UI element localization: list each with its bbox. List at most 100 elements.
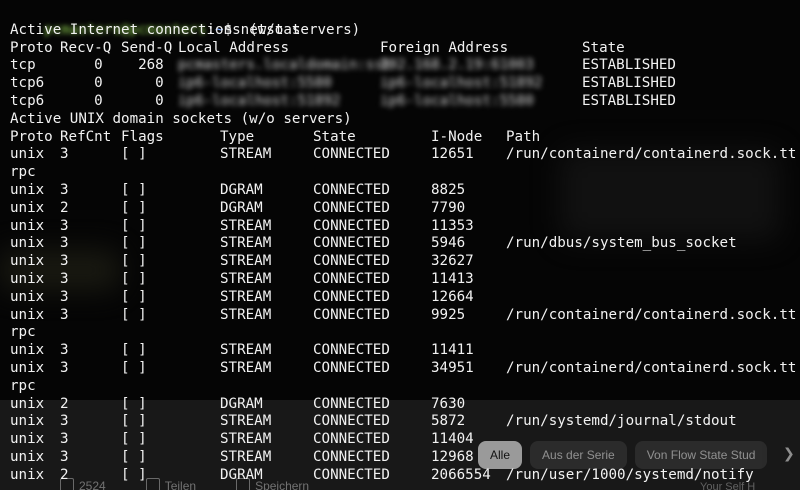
flags-cell: [ ] <box>121 466 147 483</box>
recvq-cell: 0 <box>60 75 103 92</box>
recvq-cell: 0 <box>60 57 103 74</box>
proto-cell: unix <box>10 253 45 270</box>
refcnt-cell: 3 <box>60 217 69 234</box>
inode-cell: 7790 <box>431 199 466 216</box>
sendq-cell: 268 <box>121 57 164 74</box>
type-cell: STREAM <box>220 431 272 448</box>
refcnt-cell: 2 <box>60 466 69 483</box>
inode-cell: 11404 <box>431 431 474 448</box>
proto-cell: unix <box>10 288 45 305</box>
refcnt-cell: 3 <box>60 288 69 305</box>
proto-cell: unix <box>10 182 45 198</box>
path-wrap-line: rpc <box>10 377 36 394</box>
proto-cell: tcp <box>10 57 36 74</box>
inode-cell: 2066554 <box>431 466 491 483</box>
proto-cell: unix <box>10 395 45 412</box>
path-cell: /run/dbus/system_bus_socket <box>506 235 737 252</box>
flags-cell: [ ] <box>121 395 147 412</box>
proto-cell: tcp6 <box>10 93 45 109</box>
state-cell: ESTABLISHED <box>582 75 676 92</box>
flags-cell: [ ] <box>121 271 147 287</box>
column-header: Flags <box>121 128 164 145</box>
type-cell: DGRAM <box>220 182 263 198</box>
foreign-address-cell: ip6-localhost:51892 <box>380 75 543 92</box>
local-address-cell: ip6-localhost:5580 <box>178 75 332 92</box>
column-header: Local Address <box>178 39 290 56</box>
refcnt-cell: 3 <box>60 146 69 163</box>
proto-cell: unix <box>10 271 45 287</box>
inet-heading: Active Internet connections (w/o servers… <box>10 21 361 38</box>
type-cell: STREAM <box>220 413 272 430</box>
column-header: I-Node <box>431 128 483 145</box>
column-header: RefCnt <box>60 128 112 145</box>
sendq-cell: 0 <box>121 75 164 92</box>
column-header: State <box>313 128 356 145</box>
state-cell: CONNECTED <box>313 146 390 163</box>
inode-cell: 32627 <box>431 253 474 270</box>
state-cell: CONNECTED <box>313 217 390 234</box>
column-header: Path <box>506 128 541 145</box>
column-header: Proto <box>10 128 53 145</box>
refcnt-cell: 3 <box>60 253 69 270</box>
path-wrap-line: rpc <box>10 164 36 181</box>
terminal-window[interactable]: pcmasters@pcmasters:~$ netstat Active In… <box>0 0 800 490</box>
type-cell: STREAM <box>220 449 272 465</box>
proto-cell: unix <box>10 431 45 448</box>
refcnt-cell: 3 <box>60 182 69 198</box>
refcnt-cell: 3 <box>60 271 69 287</box>
proto-cell: unix <box>10 360 45 376</box>
type-cell: STREAM <box>220 288 272 305</box>
proto-cell: unix <box>10 306 45 323</box>
path-cell: /run/containerd/containerd.sock.tt <box>506 306 797 323</box>
flags-cell: [ ] <box>121 235 147 252</box>
type-cell: DGRAM <box>220 199 263 216</box>
flags-cell: [ ] <box>121 253 147 270</box>
state-cell: CONNECTED <box>313 395 390 412</box>
prompt-line: pcmasters@pcmasters:~$ netstat <box>44 21 301 38</box>
inode-cell: 12664 <box>431 288 474 305</box>
proto-cell: unix <box>10 449 45 465</box>
proto-cell: unix <box>10 235 45 252</box>
inode-cell: 8825 <box>431 182 466 198</box>
recvq-cell: 0 <box>60 93 103 109</box>
flags-cell: [ ] <box>121 306 147 323</box>
state-cell: CONNECTED <box>313 413 390 430</box>
state-cell: CONNECTED <box>313 253 390 270</box>
refcnt-cell: 3 <box>60 360 69 376</box>
flags-cell: [ ] <box>121 342 147 359</box>
sendq-cell: 0 <box>121 93 164 109</box>
type-cell: DGRAM <box>220 395 263 412</box>
type-cell: STREAM <box>220 360 272 376</box>
state-cell: CONNECTED <box>313 271 390 287</box>
proto-cell: unix <box>10 466 45 483</box>
refcnt-cell: 3 <box>60 449 69 465</box>
path-cell: /run/systemd/journal/stdout <box>506 413 737 430</box>
local-address-cell: pcmasters.localdomain:ssh <box>178 57 392 74</box>
type-cell: STREAM <box>220 342 272 359</box>
state-cell: ESTABLISHED <box>582 57 676 74</box>
type-cell: STREAM <box>220 271 272 287</box>
foreign-address-cell: ip6-localhost:5580 <box>380 93 534 109</box>
path-cell: /run/user/1000/systemd/notify <box>506 466 754 483</box>
type-cell: STREAM <box>220 306 272 323</box>
type-cell: STREAM <box>220 253 272 270</box>
proto-cell: unix <box>10 146 45 163</box>
type-cell: STREAM <box>220 217 272 234</box>
inode-cell: 11411 <box>431 342 474 359</box>
path-cell: /run/containerd/containerd.sock.tt <box>506 360 797 376</box>
flags-cell: [ ] <box>121 217 147 234</box>
type-cell: STREAM <box>220 235 272 252</box>
refcnt-cell: 3 <box>60 306 69 323</box>
proto-cell: unix <box>10 199 45 216</box>
state-cell: CONNECTED <box>313 306 390 323</box>
state-cell: CONNECTED <box>313 199 390 216</box>
refcnt-cell: 3 <box>60 342 69 359</box>
flags-cell: [ ] <box>121 413 147 430</box>
column-header: Type <box>220 128 255 145</box>
flags-cell: [ ] <box>121 199 147 216</box>
refcnt-cell: 3 <box>60 235 69 252</box>
state-cell: CONNECTED <box>313 449 390 465</box>
refcnt-cell: 2 <box>60 199 69 216</box>
unix-heading: Active UNIX domain sockets (w/o servers) <box>10 110 352 127</box>
column-header: Recv-Q <box>60 39 112 56</box>
